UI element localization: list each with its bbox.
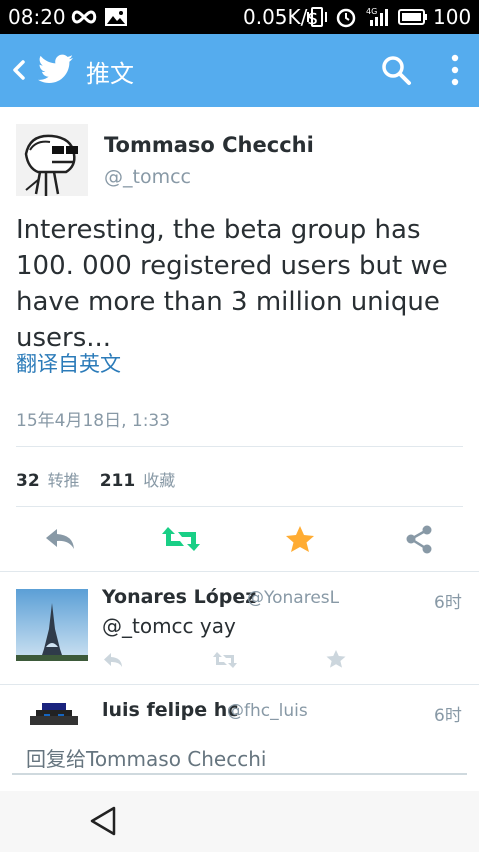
reply-author-handle[interactable]: @fhc_luis [227,701,308,721]
action-bar: 推文 [0,34,479,107]
reply-author-name[interactable]: luis felipe hc [102,699,239,721]
favorite-icon[interactable] [284,524,316,554]
twitter-bird-icon[interactable] [38,54,74,86]
reply-input[interactable]: 回复给Tommaso Checchi [26,743,266,772]
tweet-timestamp: 15年4月18日, 1:33 [16,411,171,431]
status-time: 08:20 [8,5,66,29]
divider [0,571,479,572]
reply-icon[interactable] [43,524,77,554]
reply-avatar[interactable] [16,700,88,725]
svg-text:4G: 4G [366,7,377,16]
divider [16,446,463,447]
reply-compose-bar: 回复给Tommaso Checchi [0,725,479,791]
favorite-icon[interactable] [325,649,347,669]
divider [16,506,463,507]
reply-time: 6时 [434,593,462,613]
retweet-icon[interactable] [162,524,200,554]
status-bar: 08:20 0.05K/s 4G 100 [0,0,479,34]
author-name[interactable]: Tommaso Checchi [104,133,314,157]
image-icon [105,8,127,26]
retweets-count[interactable]: 32 [16,471,40,491]
tweet-text: Interesting, the beta group has 100. 000… [16,215,448,353]
author-avatar[interactable] [16,124,88,196]
infinity-icon [71,10,97,24]
author-handle[interactable]: @_tomcc [104,166,191,188]
retweet-icon[interactable] [213,650,237,670]
alarm-icon [336,8,356,28]
battery-level: 100 [433,5,472,29]
reply-icon[interactable] [102,650,124,670]
retweets-label[interactable]: 转推 [48,467,80,491]
reply-time: 6时 [434,706,462,726]
reply-author-name[interactable]: Yonares López [102,586,256,608]
reply-avatar[interactable] [16,589,88,661]
search-icon[interactable] [380,54,412,86]
vibrate-icon [307,7,327,27]
share-icon[interactable] [404,524,434,554]
navigation-bar [0,791,479,852]
nav-back-icon[interactable] [88,805,118,837]
battery-icon [398,9,427,25]
reply-text: @_tomcc yay [102,614,236,638]
reply-author-handle[interactable]: @YonaresL [247,588,339,608]
back-icon[interactable] [8,58,32,82]
favorites-count[interactable]: 211 [100,471,136,491]
page-title: 推文 [86,60,134,88]
more-icon[interactable] [443,52,467,88]
engagement-counts: 32 转推 211 收藏 [16,467,195,491]
divider [0,684,479,685]
translate-link[interactable]: 翻译自英文 [16,348,121,378]
favorites-label[interactable]: 收藏 [143,467,175,491]
signal-4g-icon: 4G [366,7,388,26]
input-underline [12,773,467,775]
